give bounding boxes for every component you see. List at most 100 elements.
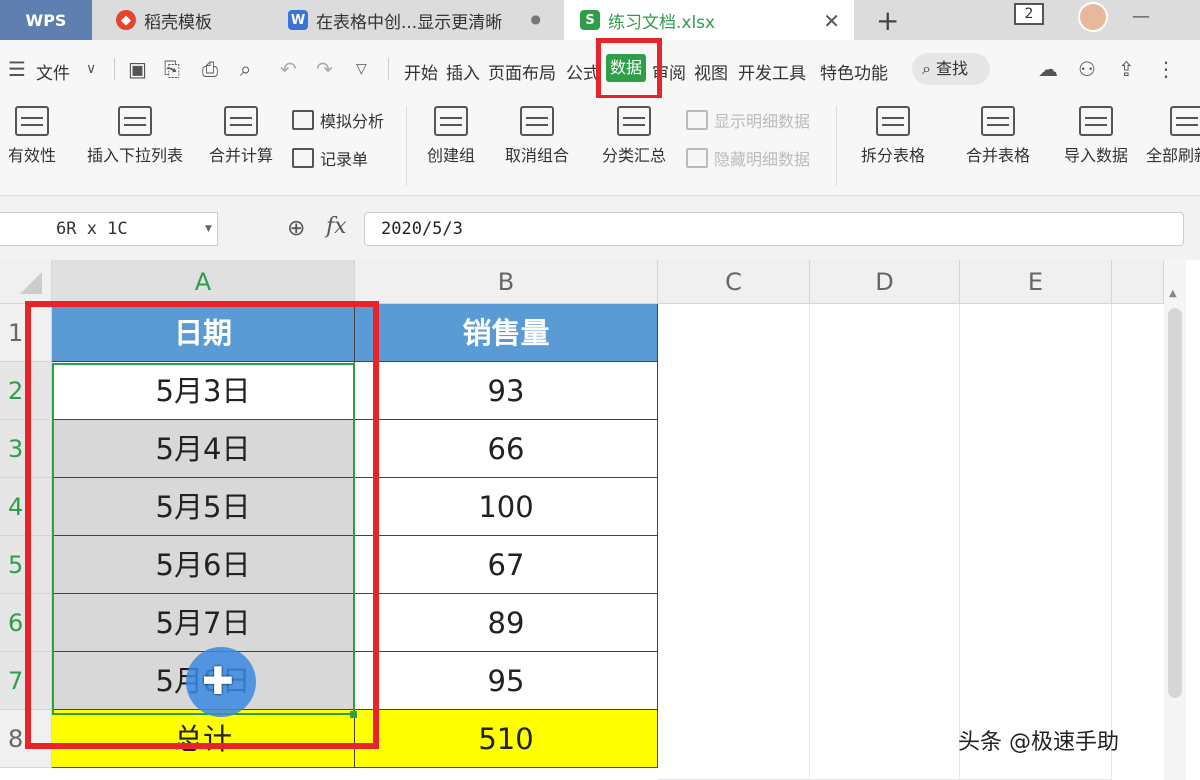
menu-item-page-layout[interactable]: 页面布局 [488, 59, 556, 84]
tab-wps-home[interactable]: WPS [0, 0, 92, 40]
menu-item-special-features[interactable]: 特色功能 [820, 59, 888, 84]
validity-icon [15, 106, 49, 136]
cell-b6[interactable]: 89 [355, 594, 658, 652]
ungroup-button[interactable]: 取消组合 [492, 106, 582, 166]
column-header-c[interactable]: C [658, 260, 810, 304]
ribbon-toolbar: 有效性 插入下拉列表 合并计算 模拟分析 记录单 创建组 取消组合 分类汇总 显… [0, 98, 1200, 196]
cell-b8-total-value[interactable]: 510 [355, 710, 658, 768]
ribbon-divider [836, 106, 837, 186]
minimize-icon[interactable]: — [1132, 6, 1150, 27]
fill-handle[interactable] [350, 711, 357, 718]
user-avatar[interactable] [1078, 2, 1108, 32]
empty-column-c[interactable] [658, 304, 810, 780]
redo-icon[interactable]: ↷ [316, 57, 333, 81]
import-data-button[interactable]: 导入数据 [1056, 106, 1136, 166]
create-group-button[interactable]: 创建组 [418, 106, 484, 166]
menu-item-formula[interactable]: 公式 [566, 59, 600, 84]
cell-b2[interactable]: 93 [355, 362, 658, 420]
menu-item-developer[interactable]: 开发工具 [738, 59, 806, 84]
row-header-3[interactable]: 3 [0, 420, 52, 478]
refresh-all-button[interactable]: 全部刷新 [1146, 106, 1200, 166]
validity-button[interactable]: 有效性 [0, 106, 64, 166]
search-button[interactable]: ⌕ 查找 [912, 53, 990, 85]
merge-table-button[interactable]: 合并表格 [952, 106, 1044, 166]
quick-access-dropdown-icon[interactable]: ▽ [356, 61, 367, 77]
empty-column-e[interactable] [960, 304, 1112, 780]
validity-label: 有效性 [7, 146, 56, 165]
window-count-badge[interactable]: 2 [1014, 3, 1044, 25]
cell-a8-total-label[interactable]: 总计 [52, 710, 355, 768]
menu-item-insert[interactable]: 插入 [446, 59, 480, 84]
insert-dropdown-list-button[interactable]: 插入下拉列表 [78, 106, 192, 166]
hamburger-menu-icon[interactable]: ☰ [8, 57, 26, 81]
column-header-e[interactable]: E [960, 260, 1112, 304]
word-doc-icon: W [288, 10, 308, 30]
formula-input[interactable]: 2020/5/3 [364, 212, 1184, 246]
column-header-a[interactable]: A [52, 260, 355, 304]
close-tab-icon[interactable]: ✕ [823, 9, 840, 33]
record-form-button[interactable]: 记录单 [292, 146, 368, 170]
row-header-6[interactable]: 6 [0, 594, 52, 652]
record-form-label: 记录单 [320, 150, 369, 169]
show-detail-icon [686, 110, 708, 130]
new-tab-button[interactable]: + [876, 4, 899, 37]
more-options-icon[interactable]: ⋮ [1156, 57, 1176, 81]
insert-dropdown-list-label: 插入下拉列表 [86, 146, 183, 165]
tab-active-spreadsheet[interactable]: S 练习文档.xlsx ✕ [564, 0, 854, 40]
save-icon[interactable]: ▣ [128, 57, 147, 81]
cell-b7[interactable]: 95 [355, 652, 658, 710]
column-header-b[interactable]: B [355, 260, 658, 304]
hide-detail-button[interactable]: 隐藏明细数据 [686, 146, 810, 170]
fx-icon[interactable]: fx [326, 214, 347, 239]
menu-item-view[interactable]: 视图 [694, 59, 728, 84]
merge-calculation-button[interactable]: 合并计算 [202, 106, 280, 166]
column-header-d[interactable]: D [810, 260, 960, 304]
cell-a2[interactable]: 5月3日 [52, 362, 355, 420]
share-upload-icon[interactable]: ⇪ [1118, 57, 1135, 81]
cell-b5[interactable]: 67 [355, 536, 658, 594]
show-detail-button[interactable]: 显示明细数据 [686, 108, 810, 132]
subtotal-button[interactable]: 分类汇总 [594, 106, 674, 166]
cell-a1-header-date[interactable]: 日期 [52, 304, 355, 362]
cell-a5[interactable]: 5月6日 [52, 536, 355, 594]
scroll-up-icon[interactable]: ▲ [1169, 288, 1177, 299]
print-preview-icon[interactable]: ⌕ [240, 57, 251, 81]
cloud-sync-icon[interactable]: ☁ [1038, 57, 1058, 81]
row-header-8[interactable]: 8 [0, 710, 52, 768]
tab-word-label: 在表格中创...显示更清晰 [316, 12, 503, 33]
cell-a4[interactable]: 5月5日 [52, 478, 355, 536]
cell-a6[interactable]: 5月7日 [52, 594, 355, 652]
cell-b1-header-sales[interactable]: 销售量 [355, 304, 658, 362]
print-icon[interactable]: ⎙ [202, 57, 218, 81]
row-header-5[interactable]: 5 [0, 536, 52, 594]
hide-detail-label: 隐藏明细数据 [714, 150, 811, 169]
file-menu[interactable]: 文件 [36, 59, 70, 84]
row-header-4[interactable]: 4 [0, 478, 52, 536]
split-table-button[interactable]: 拆分表格 [848, 106, 938, 166]
select-all-corner[interactable] [0, 260, 52, 304]
cell-b4[interactable]: 100 [355, 478, 658, 536]
cell-b3[interactable]: 66 [355, 420, 658, 478]
menu-item-home[interactable]: 开始 [404, 59, 438, 84]
share-user-icon[interactable]: ⚇ [1078, 57, 1096, 81]
what-if-analysis-button[interactable]: 模拟分析 [292, 108, 384, 132]
name-box[interactable]: 6R x 1C [0, 212, 218, 246]
create-group-icon [434, 106, 468, 136]
empty-column-d[interactable] [810, 304, 960, 780]
zoom-icon[interactable]: ⊕ [287, 216, 305, 241]
menu-divider [388, 58, 389, 80]
export-pdf-icon[interactable]: ⎘ [164, 57, 180, 81]
file-menu-chevron-icon[interactable]: ∨ [86, 61, 96, 77]
undo-icon[interactable]: ↶ [280, 57, 297, 81]
scrollbar-thumb[interactable] [1168, 308, 1182, 698]
vertical-scrollbar[interactable]: ▲ [1164, 260, 1186, 780]
row-header-1[interactable]: 1 [0, 304, 52, 362]
tab-daoke-templates[interactable]: ◆ 稻壳模板 [100, 0, 265, 40]
spreadsheet-icon: S [580, 10, 600, 30]
ungroup-label: 取消组合 [504, 146, 569, 165]
row-header-7[interactable]: 7 [0, 652, 52, 710]
row-header-2[interactable]: 2 [0, 362, 52, 420]
tab-word-document[interactable]: W 在表格中创...显示更清晰 ● [272, 0, 557, 40]
cell-a3[interactable]: 5月4日 [52, 420, 355, 478]
name-box-dropdown-icon[interactable]: ▼ [205, 224, 212, 234]
